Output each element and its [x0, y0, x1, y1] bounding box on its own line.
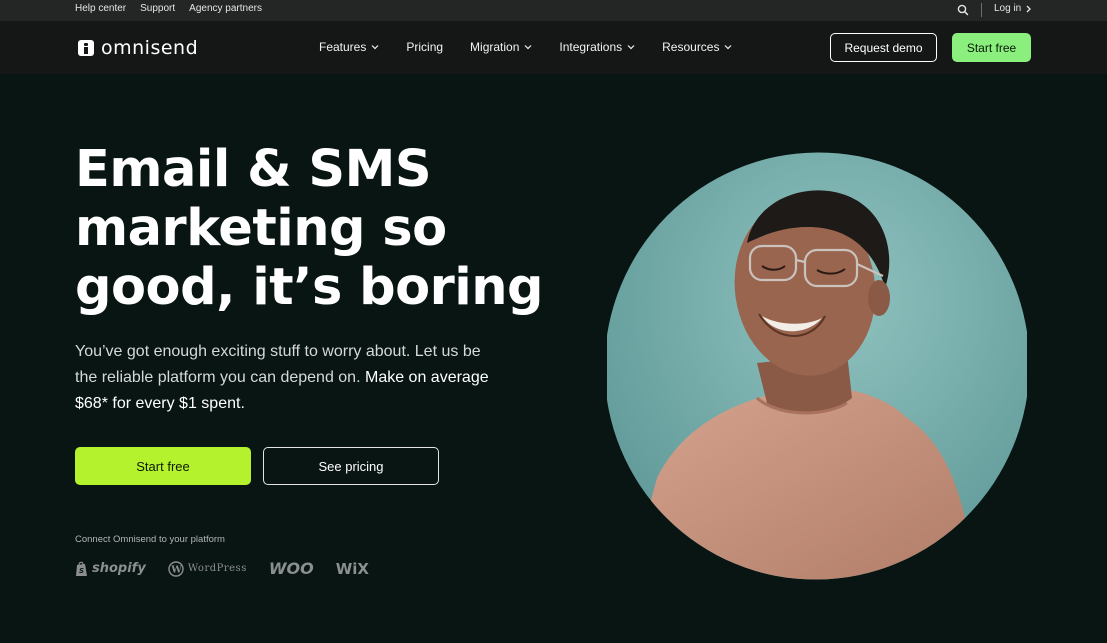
svg-text:W: W: [170, 564, 182, 575]
logo-text: omnisend: [101, 37, 199, 59]
wordpress-logo: W WordPress: [168, 560, 247, 577]
wix-wordmark: WiX: [335, 559, 369, 578]
nav-start-free-button[interactable]: Start free: [952, 33, 1031, 62]
chevron-down-icon: [524, 45, 532, 50]
nav-item-label: Integrations: [559, 40, 623, 54]
nav-item-label: Features: [319, 40, 367, 54]
omnisend-logo[interactable]: omnisend: [78, 37, 198, 59]
chevron-right-icon: [1026, 5, 1032, 12]
hero-start-free-button[interactable]: Start free: [75, 447, 251, 485]
nav-item-label: Resources: [662, 40, 720, 54]
headline-line: Email & SMS: [75, 140, 432, 199]
utility-links: Help center Support Agency partners: [75, 3, 262, 14]
wordpress-icon: W: [168, 560, 184, 577]
chevron-down-icon: [627, 45, 635, 50]
main-nav: omnisend Features Pricing Migration Inte…: [0, 21, 1107, 74]
wordpress-wordmark: WordPress: [187, 563, 247, 574]
woo-logo: WOO: [269, 559, 314, 578]
headline-line: good, it’s boring: [75, 258, 544, 317]
log-in-link[interactable]: Log in: [994, 3, 1032, 14]
help-center-link[interactable]: Help center: [75, 3, 126, 14]
chevron-down-icon: [725, 45, 732, 50]
svg-text:S: S: [79, 567, 84, 575]
search-icon[interactable]: [956, 3, 970, 17]
headline-line: marketing so: [75, 199, 447, 258]
platform-logos: S shopify W WordPress WOO WiX: [75, 559, 391, 578]
hero-headline: Email & SMS marketing so good, it’s bori…: [75, 140, 575, 317]
wix-logo: WiX: [336, 560, 369, 578]
request-demo-button[interactable]: Request demo: [830, 33, 937, 62]
shopify-bag-icon: S: [76, 561, 87, 576]
nav-item-label: Pricing: [406, 40, 444, 54]
agency-partners-link[interactable]: Agency partners: [189, 3, 262, 14]
chevron-down-icon: [371, 45, 379, 50]
connect-platform-label: Connect Omnisend to your platform: [75, 534, 225, 545]
hero-portrait-image: [607, 148, 1027, 588]
utility-divider: [981, 3, 982, 17]
nav-item-label: Migration: [470, 40, 520, 54]
nav-item-integrations[interactable]: Integrations: [559, 40, 635, 54]
woo-wordmark: WOO: [268, 559, 314, 578]
hero-subtitle: You’ve got enough exciting stuff to worr…: [75, 339, 505, 417]
nav-menu: Features Pricing Migration Integrations …: [319, 40, 759, 54]
shopify-wordmark: shopify: [92, 561, 146, 576]
shopify-logo: S shopify: [75, 561, 146, 577]
nav-item-features[interactable]: Features: [319, 40, 379, 54]
log-in-label: Log in: [994, 3, 1022, 14]
nav-item-pricing[interactable]: Pricing: [406, 40, 443, 54]
nav-item-resources[interactable]: Resources: [662, 40, 732, 54]
support-link[interactable]: Support: [140, 3, 175, 14]
nav-item-migration[interactable]: Migration: [470, 40, 532, 54]
see-pricing-button[interactable]: See pricing: [263, 447, 439, 485]
omnisend-logo-icon: [78, 40, 94, 56]
utility-bar: Help center Support Agency partners Log …: [0, 0, 1107, 21]
